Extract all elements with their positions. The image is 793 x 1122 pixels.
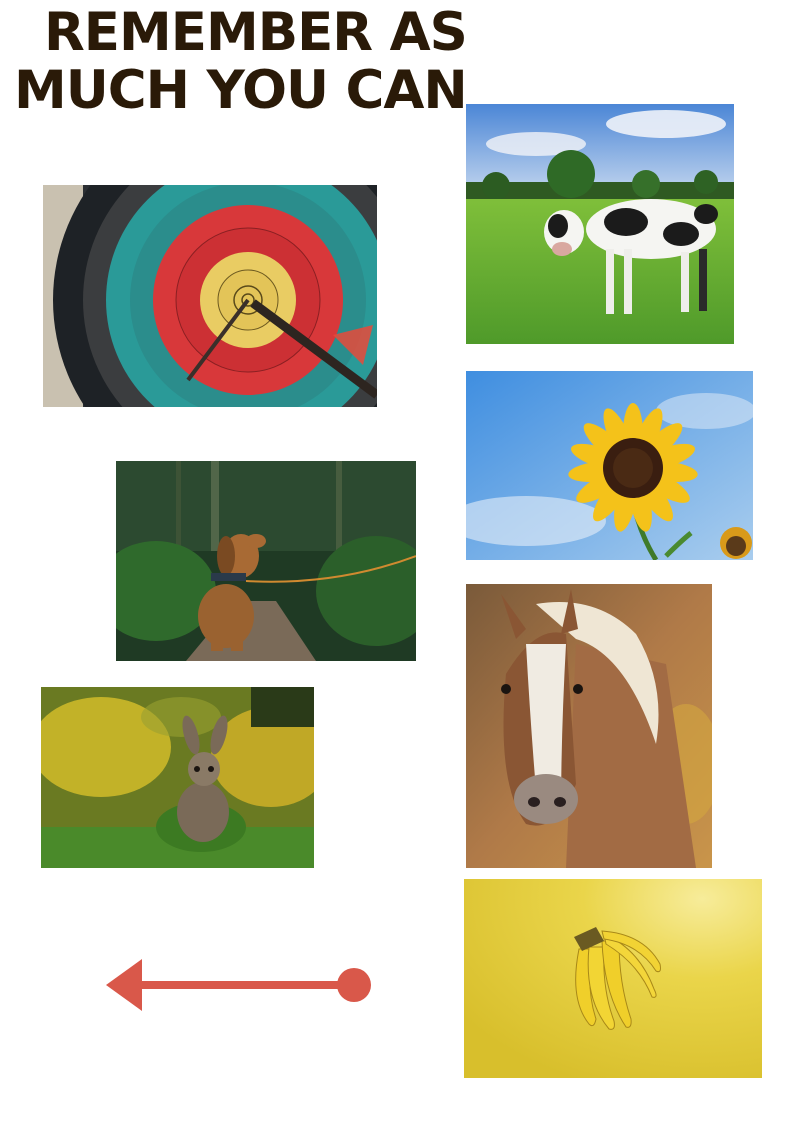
- title-line-2: MUCH YOU CAN: [14, 60, 468, 121]
- arrow-tail-dot: [337, 968, 371, 1002]
- sunflower-photo: [466, 371, 753, 560]
- cow-photo: [466, 104, 734, 344]
- arrow-shaft: [138, 981, 353, 989]
- title-line-1: REMEMBER AS: [44, 2, 468, 63]
- rabbit-photo: [41, 687, 314, 868]
- arrow-head: [106, 959, 142, 1011]
- horse-photo: [466, 584, 712, 868]
- arrow-left-icon[interactable]: [100, 950, 380, 1020]
- archery-target-photo: [43, 185, 377, 407]
- dog-photo: [116, 461, 416, 661]
- banana-photo: [464, 879, 762, 1078]
- page-title: REMEMBER AS MUCH YOU CAN: [14, 4, 554, 120]
